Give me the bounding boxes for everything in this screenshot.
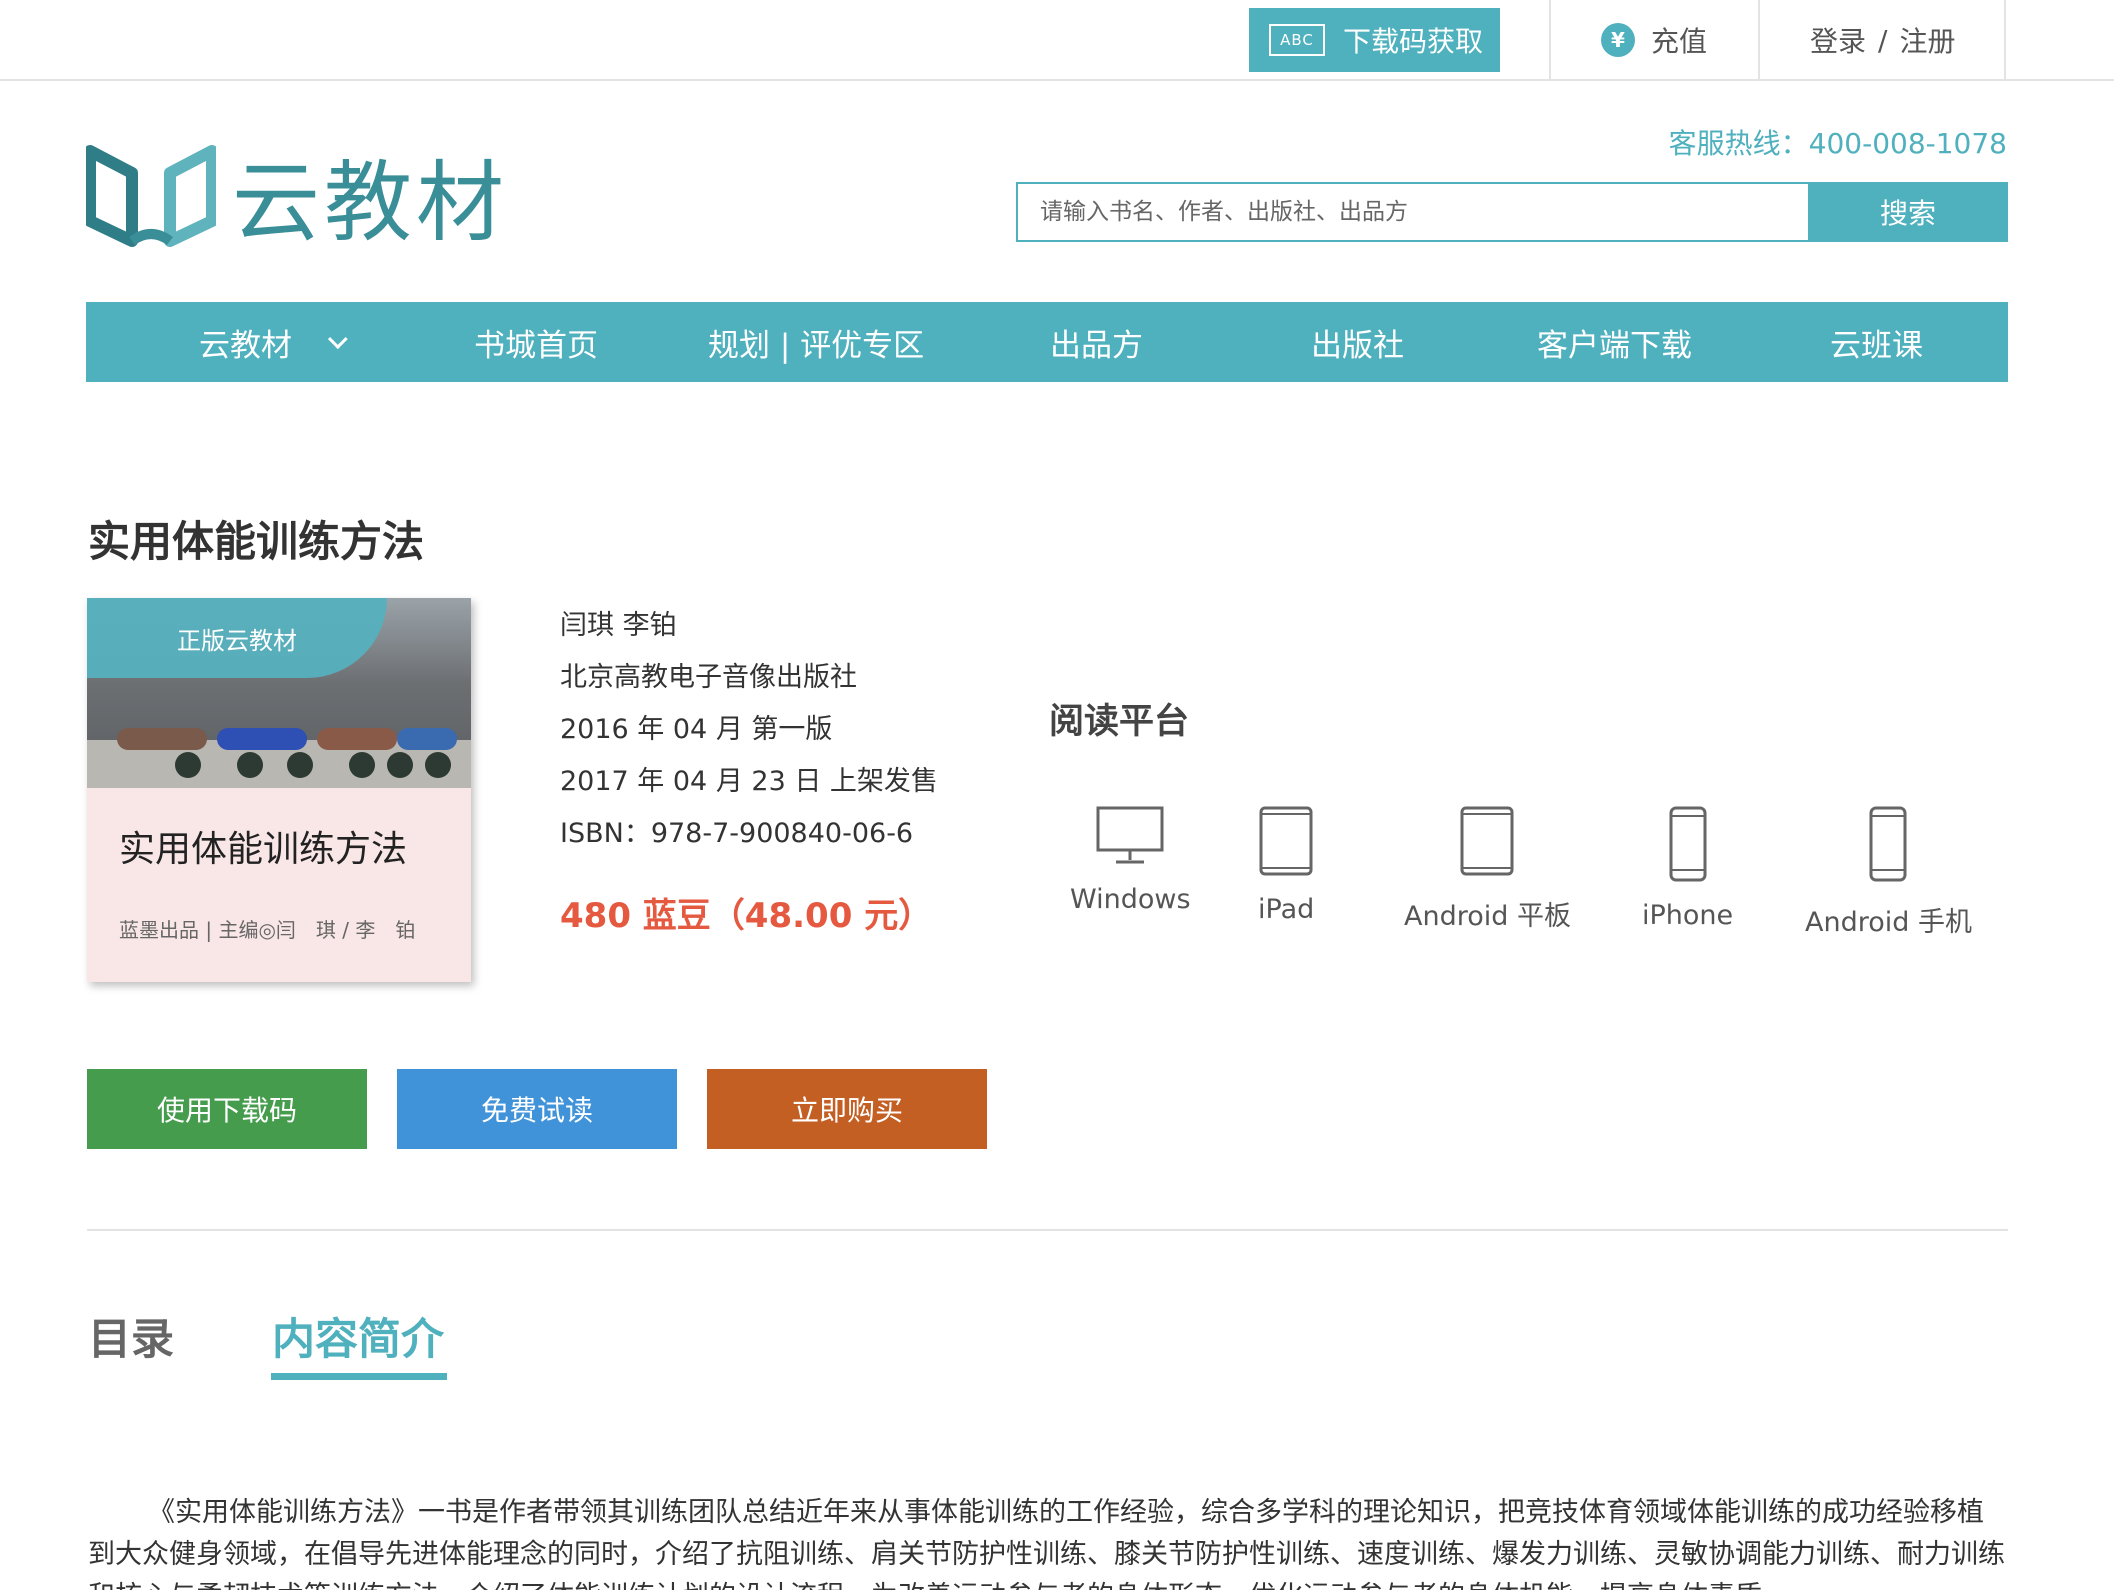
kettlebell xyxy=(349,752,375,778)
top-bar: ABC 下载码获取 ¥ 充值 登录 / 注册 xyxy=(0,0,2114,81)
nav-item-bookstore-home[interactable]: 书城首页 xyxy=(474,302,598,382)
platform-iphone[interactable]: iPhone xyxy=(1642,806,1733,931)
abc-icon: ABC xyxy=(1269,24,1325,56)
tab-toc[interactable]: 目录 xyxy=(88,1305,174,1367)
platform-label: iPad xyxy=(1258,894,1315,925)
book-price: 480 蓝豆（48.00 元） xyxy=(560,896,933,936)
kettlebell xyxy=(387,752,413,778)
book-logo-icon xyxy=(86,145,216,247)
tablet-icon xyxy=(1460,806,1514,876)
download-code-label: 下载码获取 xyxy=(1343,25,1484,58)
cover-title: 实用体能训练方法 xyxy=(119,829,408,870)
chevron-down-icon xyxy=(327,329,348,350)
kettlebell xyxy=(287,752,313,778)
logo-text: 云教材 xyxy=(232,150,509,254)
kettlebell xyxy=(237,752,263,778)
kettlebell xyxy=(425,752,451,778)
recharge-label: 充值 xyxy=(1651,25,1708,58)
platform-ipad[interactable]: iPad xyxy=(1258,806,1314,925)
platform-android-phone[interactable]: Android 手机 xyxy=(1805,806,1972,939)
platform-windows[interactable]: Windows xyxy=(1070,806,1191,915)
free-trial-button[interactable]: 免费试读 xyxy=(397,1069,677,1149)
nav-item-label: 出版社 xyxy=(1311,327,1404,364)
register-link[interactable]: 注册 xyxy=(1899,20,1955,60)
intro-text: 《实用体能训练方法》一书是作者带领其训练团队总结近年来从事体能训练的工作经验，综… xyxy=(88,1497,2005,1590)
divider xyxy=(87,1229,2008,1231)
book-info: 闫琪 李铂 北京高教电子音像出版社 2016 年 04 月 第一版 2017 年… xyxy=(560,606,938,866)
tab-intro[interactable]: 内容简介 xyxy=(272,1305,444,1367)
cover-photo-athlete xyxy=(117,728,207,750)
nav-item-planning[interactable]: 规划 | 评优专区 xyxy=(708,302,924,382)
cover-ribbon: 正版云教材 xyxy=(87,598,387,678)
yen-icon: ¥ xyxy=(1601,23,1635,57)
monitor-icon xyxy=(1096,806,1164,864)
divider xyxy=(2004,0,2006,81)
platform-label: Android 手机 xyxy=(1805,907,1972,938)
nav-item-client-download[interactable]: 客户端下载 xyxy=(1537,302,1692,382)
cover-photo-athlete xyxy=(397,728,457,750)
nav-item-label: 规划 | 评优专区 xyxy=(708,327,925,364)
phone-icon xyxy=(1869,806,1907,882)
platform-label: Windows xyxy=(1070,884,1191,915)
login-register: 登录 / 注册 xyxy=(1810,20,1955,60)
main-nav: 云教材 书城首页 规划 | 评优专区 出品方 出版社 客户端下载 云班课 xyxy=(86,302,2008,382)
nav-item-label: 云班课 xyxy=(1830,327,1923,364)
download-code-button[interactable]: ABC 下载码获取 xyxy=(1249,8,1500,72)
platform-android-tablet[interactable]: Android 平板 xyxy=(1404,806,1571,933)
cover-photo-athlete xyxy=(317,728,397,750)
book-release: 2017 年 04 月 23 日 上架发售 xyxy=(560,766,938,797)
nav-item-yunbanke[interactable]: 云班课 xyxy=(1830,302,1923,382)
divider xyxy=(1549,0,1551,81)
nav-item-label: 客户端下载 xyxy=(1537,327,1692,364)
book-cover[interactable]: 正版云教材 实用体能训练方法 蓝墨出品 | 主编◎闫 琪 / 李 铂 xyxy=(87,598,471,982)
book-authors: 闫琪 李铂 xyxy=(560,610,677,641)
active-tab-indicator xyxy=(271,1373,447,1380)
hotline: 客服热线：400-008-1078 xyxy=(1668,127,2007,160)
login-slash: / xyxy=(1878,23,1888,57)
divider xyxy=(1758,0,1760,81)
phone-icon xyxy=(1669,806,1707,882)
recharge-link[interactable]: ¥ 充值 xyxy=(1601,20,1707,60)
search-input[interactable] xyxy=(1016,182,1808,242)
nav-item-publishers[interactable]: 出版社 xyxy=(1311,302,1404,382)
search-button[interactable]: 搜索 xyxy=(1808,182,2008,242)
platform-title: 阅读平台 xyxy=(1049,702,1190,742)
cover-photo-athlete xyxy=(217,728,307,750)
nav-item-label: 出品方 xyxy=(1050,327,1143,364)
book-edition: 2016 年 04 月 第一版 xyxy=(560,714,833,745)
book-publisher: 北京高教电子音像出版社 xyxy=(560,662,857,693)
use-download-code-button[interactable]: 使用下载码 xyxy=(87,1069,367,1149)
page-title: 实用体能训练方法 xyxy=(88,517,425,566)
platform-label: Android 平板 xyxy=(1404,901,1571,932)
nav-item-label: 云教材 xyxy=(199,327,292,364)
search-box: 搜索 xyxy=(1016,182,2008,242)
tablet-icon xyxy=(1259,806,1313,876)
login-link[interactable]: 登录 xyxy=(1810,20,1866,60)
nav-item-label: 书城首页 xyxy=(474,327,598,364)
book-isbn: ISBN：978-7-900840-06-6 xyxy=(560,818,914,849)
nav-item-yunjiaocai[interactable]: 云教材 xyxy=(199,302,348,382)
kettlebell xyxy=(175,752,201,778)
cover-meta: 蓝墨出品 | 主编◎闫 琪 / 李 铂 xyxy=(119,918,416,942)
nav-item-producers[interactable]: 出品方 xyxy=(1050,302,1143,382)
buy-now-button[interactable]: 立即购买 xyxy=(707,1069,987,1149)
platform-label: iPhone xyxy=(1642,900,1734,931)
site-logo[interactable]: 云教材 xyxy=(86,140,508,254)
